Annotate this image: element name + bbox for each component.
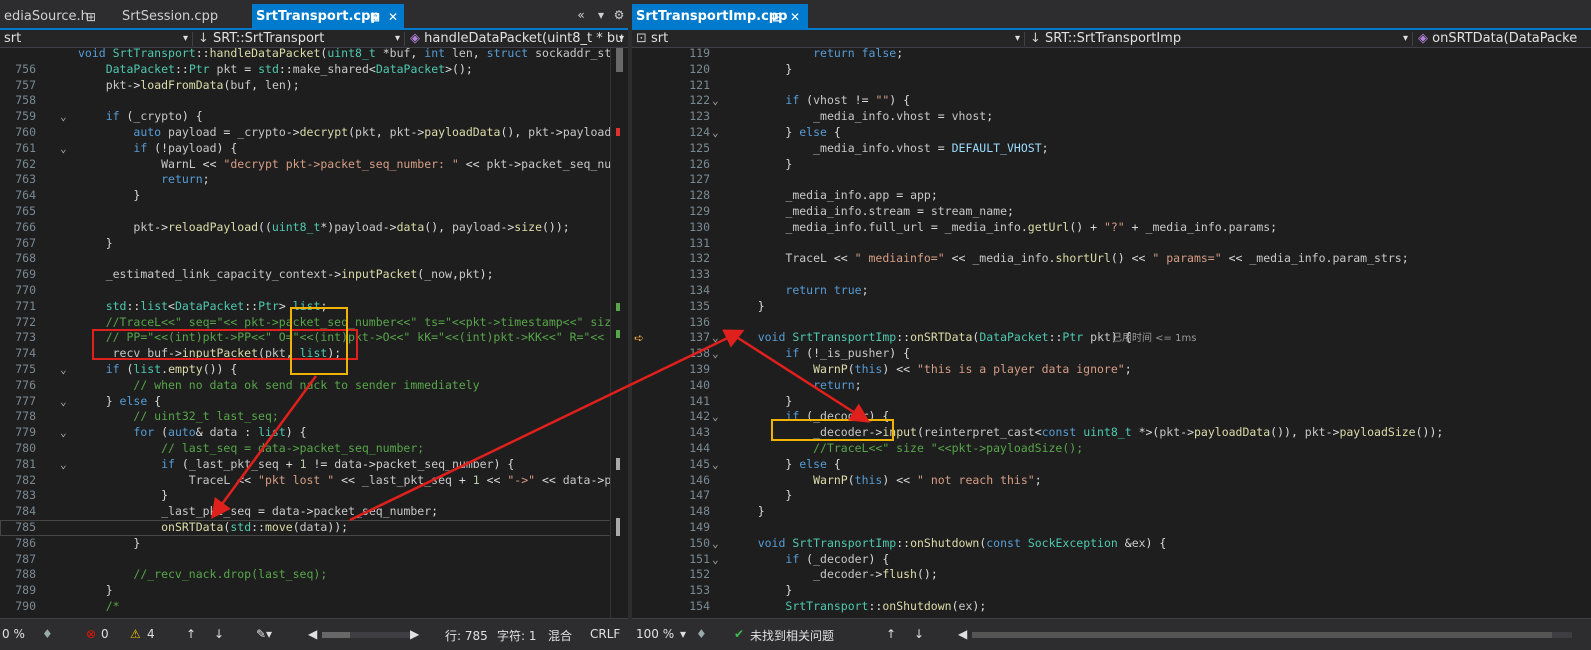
annotation-arrows <box>211 329 871 522</box>
arrow-onsrtdata-to-definition <box>349 329 745 522</box>
arrow-definition-to-decoder-input <box>737 336 871 423</box>
arrow-list-to-onsrtdata <box>211 375 318 520</box>
